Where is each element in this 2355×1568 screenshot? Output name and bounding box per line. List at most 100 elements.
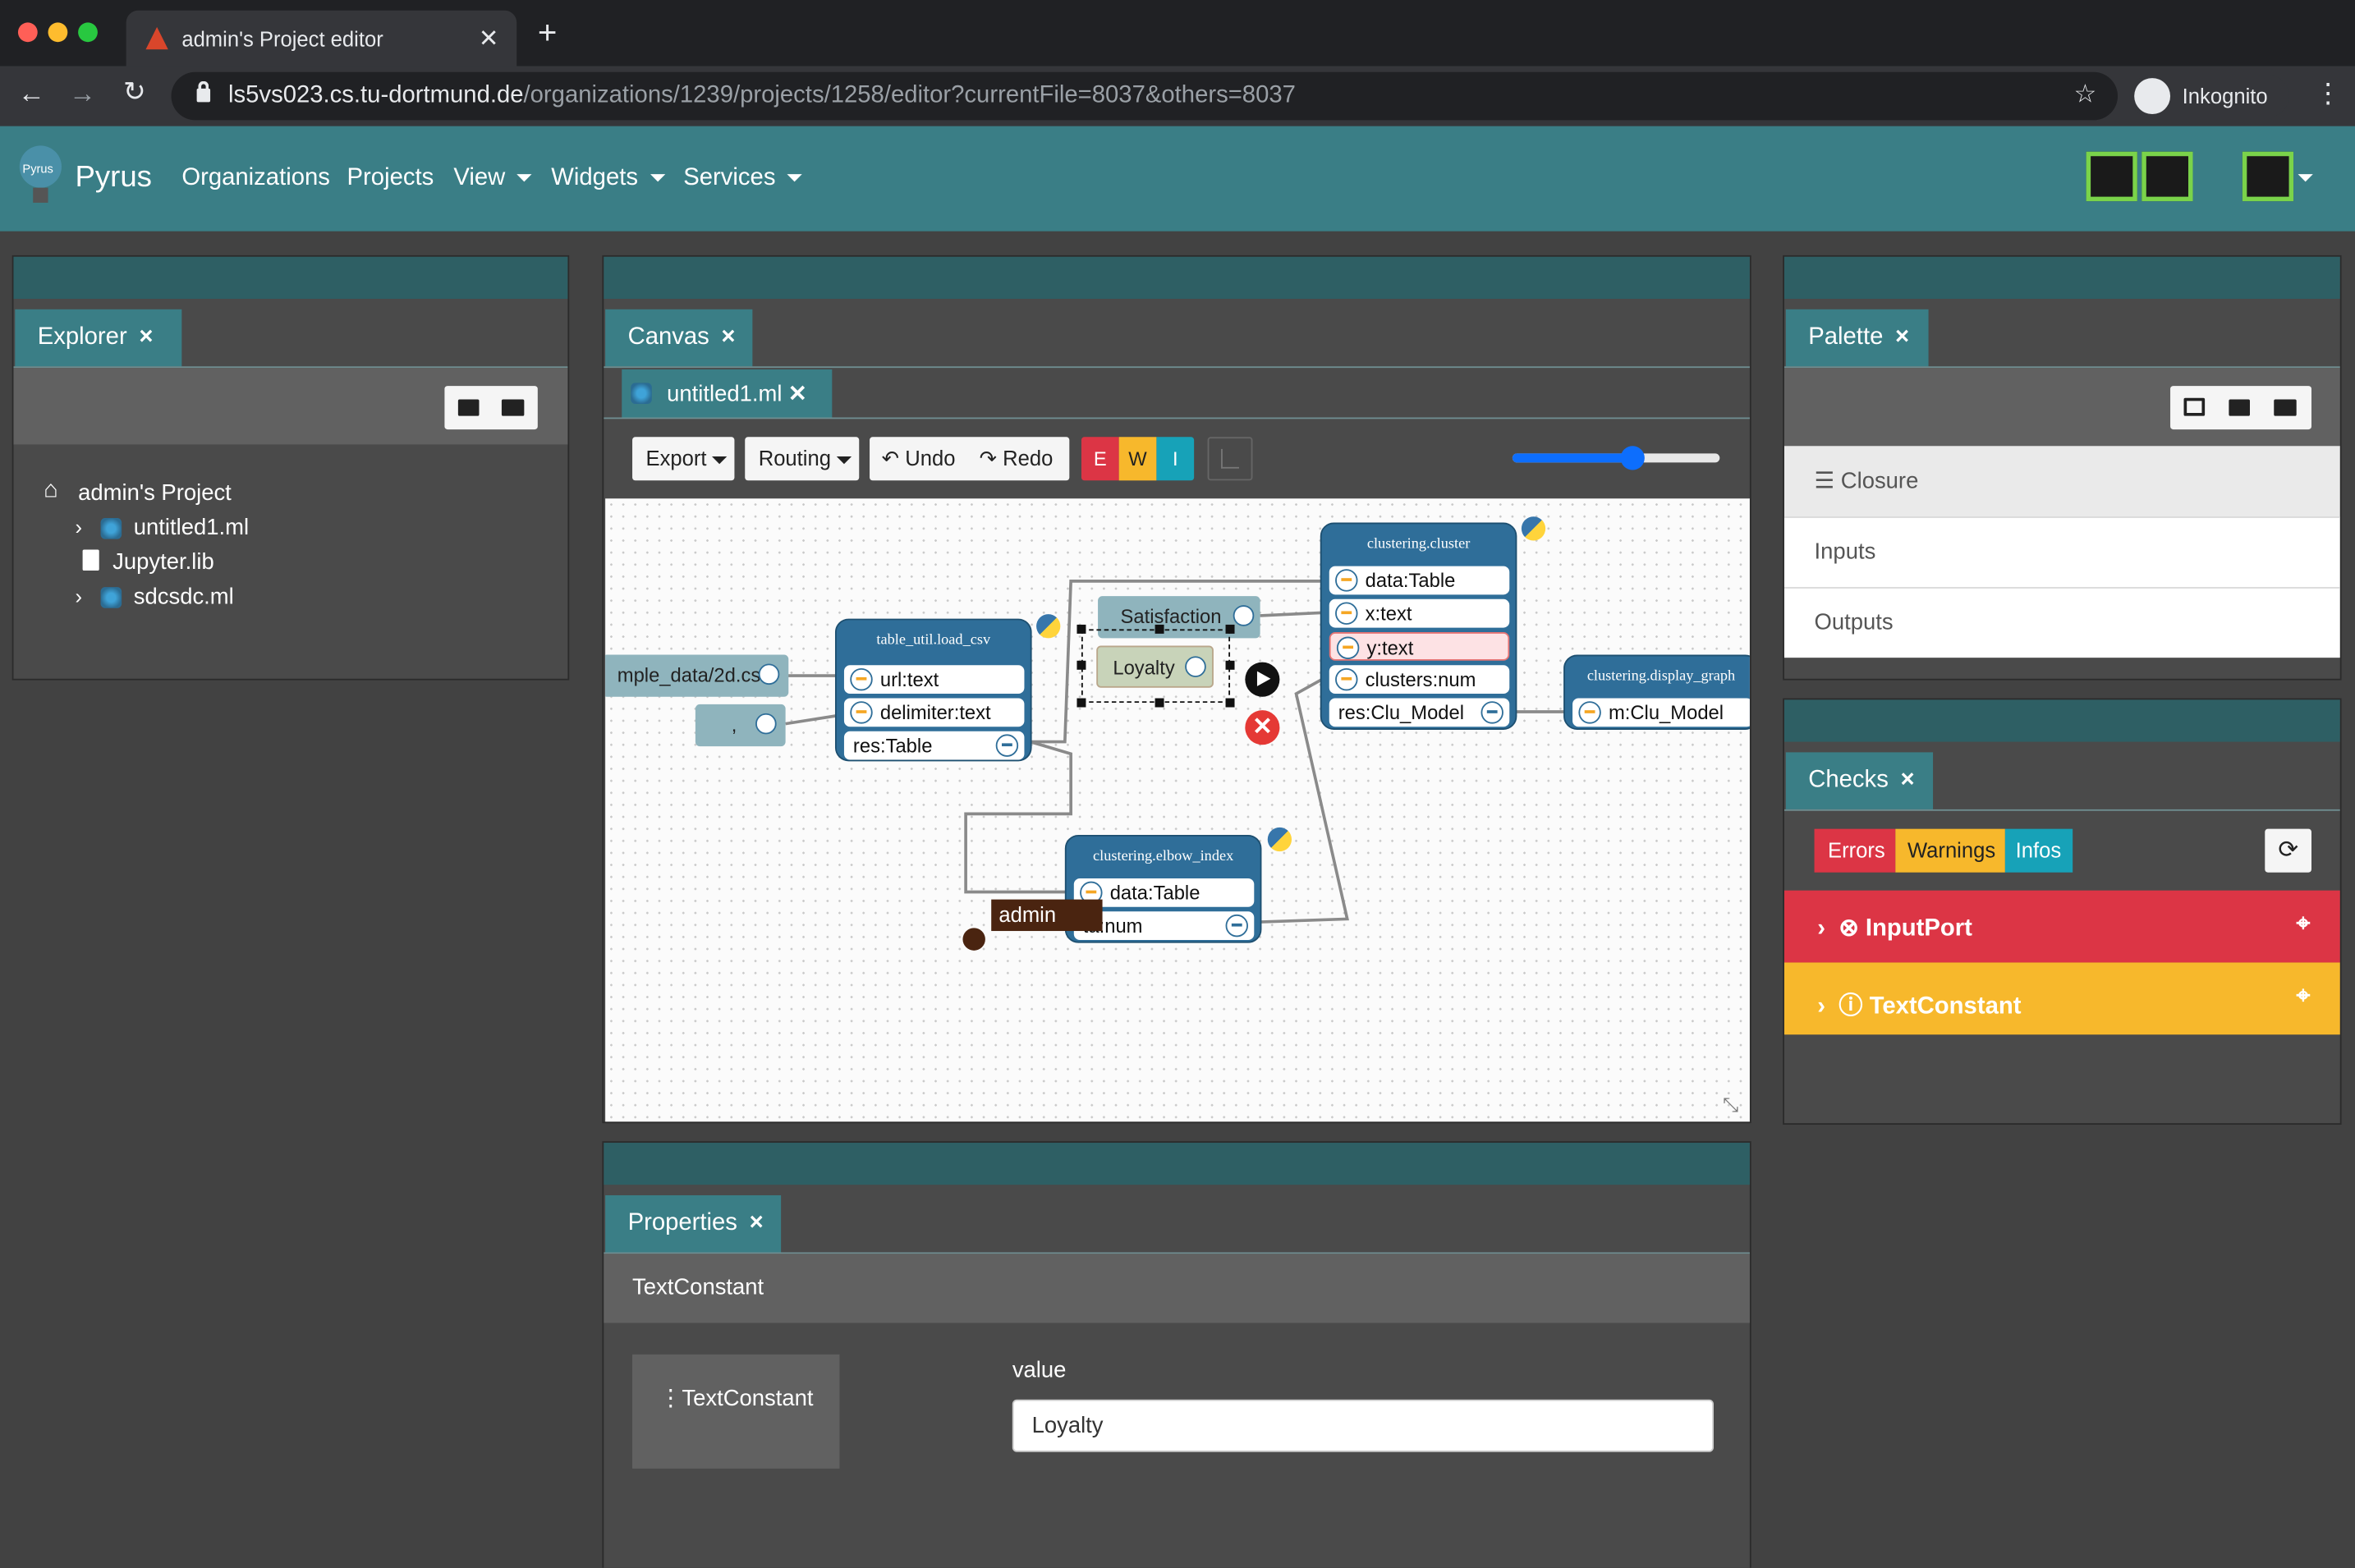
zoom-slider-thumb[interactable]	[1620, 446, 1645, 470]
input-port-delimiter[interactable]: delimiter:text	[843, 698, 1025, 727]
output-port-icon[interactable]	[755, 713, 777, 735]
palette-item-inputs[interactable]: Inputs	[1783, 516, 2340, 588]
open-folder-icon[interactable]	[501, 399, 525, 416]
input-port-url[interactable]: url:text	[843, 665, 1025, 695]
text-constant-csv-path[interactable]: mple_data/2d.csv	[605, 654, 789, 697]
nav-organizations[interactable]: Organizations	[181, 165, 330, 192]
tree-root[interactable]: admin's Project	[78, 480, 232, 506]
selection-handle[interactable]	[1077, 698, 1086, 708]
zoom-slider[interactable]	[1512, 446, 1720, 470]
output-port-icon[interactable]	[758, 663, 780, 685]
new-tab-button[interactable]: +	[538, 16, 558, 49]
check-row-inputport[interactable]: › ⊗ InputPort ⌖	[1783, 890, 2340, 963]
tab-canvas[interactable]: Canvas ×	[605, 309, 753, 367]
selection-handle[interactable]	[1155, 698, 1164, 708]
new-folder-icon[interactable]	[457, 399, 480, 416]
filter-warnings[interactable]: Warnings	[1895, 828, 2005, 873]
forward-icon[interactable]: →	[69, 78, 96, 109]
resize-icon[interactable]: ⤡	[1723, 1093, 1738, 1117]
maximize-window-button[interactable]	[78, 22, 98, 43]
new-folder-icon[interactable]	[2229, 399, 2250, 416]
close-icon[interactable]: ×	[1895, 324, 1909, 350]
text-constant-delimiter[interactable]: ,	[695, 704, 786, 747]
nav-widgets[interactable]: Widgets	[551, 165, 665, 192]
check-row-textconstant[interactable]: › ⓘ TextConstant ⌖	[1783, 962, 2340, 1035]
minimize-window-button[interactable]	[48, 22, 68, 43]
address-bar[interactable]: ls5vs023.cs.tu-dortmund.de/organizations…	[171, 71, 2119, 121]
model-canvas[interactable]: mple_data/2d.csv , Satisfaction Loyalty …	[605, 498, 1750, 1122]
port-label: x:text	[1365, 602, 1412, 625]
node-display-graph[interactable]: clustering.display_graph m:Clu_Model	[1563, 654, 1750, 730]
input-port-x[interactable]: x:text	[1329, 598, 1510, 628]
error-toggle[interactable]: E	[1081, 437, 1119, 481]
tab-palette[interactable]: Palette ×	[1785, 309, 1929, 367]
value-input[interactable]	[1012, 1399, 1715, 1452]
user-avatar-icon[interactable]	[2242, 151, 2294, 202]
tree-item[interactable]: untitled1.ml	[134, 515, 249, 540]
filter-errors[interactable]: Errors	[1814, 828, 1896, 873]
node-load-csv[interactable]: table_util.load_csv url:text delimiter:t…	[834, 618, 1032, 762]
selection-handle[interactable]	[1077, 660, 1086, 670]
selection-handle[interactable]	[1077, 624, 1086, 634]
chevron-right-icon[interactable]: ›	[75, 585, 82, 608]
browser-menu-icon[interactable]: ⋮	[2315, 78, 2342, 109]
open-folder-icon[interactable]	[2274, 399, 2297, 416]
palette-item-outputs[interactable]: Outputs	[1783, 587, 2340, 658]
close-icon[interactable]: ×	[139, 324, 153, 350]
output-port-icon[interactable]	[1233, 605, 1255, 626]
close-window-button[interactable]	[17, 22, 38, 43]
reload-icon[interactable]: ↻	[123, 76, 146, 108]
palette-item-closure[interactable]: ☰ Closure	[1783, 446, 2340, 517]
delete-icon[interactable]: ✕	[1245, 710, 1280, 745]
filter-infos[interactable]: Infos	[2004, 828, 2073, 873]
nav-projects[interactable]: Projects	[347, 165, 434, 192]
browser-tab[interactable]: admin's Project editor ✕	[126, 10, 517, 66]
selection-handle[interactable]	[1155, 624, 1164, 634]
nav-services[interactable]: Services	[683, 165, 803, 192]
star-icon[interactable]: ☆	[2074, 80, 2097, 110]
chevron-right-icon[interactable]: ›	[75, 515, 82, 539]
file-tab-untitled1[interactable]: untitled1.ml ✕	[622, 369, 833, 418]
selection-handle[interactable]	[1225, 660, 1235, 670]
locate-icon[interactable]: ⌖	[2297, 911, 2310, 938]
close-tab-icon[interactable]: ✕	[479, 24, 499, 54]
output-port-res[interactable]: res:Clu_Model	[1329, 698, 1510, 727]
tree-item[interactable]: sdcsdc.ml	[134, 585, 234, 610]
input-port-data[interactable]: data:Table	[1329, 566, 1510, 595]
tree-item[interactable]: Jupyter.lib	[112, 549, 214, 575]
properties-card[interactable]: ⋮TextConstant	[632, 1354, 840, 1469]
undo-button[interactable]: ↶ Undo	[882, 446, 956, 471]
routing-button[interactable]: Routing	[745, 437, 860, 481]
tab-explorer[interactable]: Explorer ×	[15, 309, 182, 367]
close-icon[interactable]: ✕	[788, 382, 807, 407]
incognito-profile-button[interactable]: Inkognito	[2129, 75, 2289, 117]
brand-name[interactable]: Pyrus	[75, 161, 152, 195]
grid-toggle-button[interactable]	[1207, 437, 1253, 481]
locate-icon[interactable]: ⌖	[2297, 983, 2310, 1011]
close-icon[interactable]: ×	[750, 1210, 764, 1236]
pyrus-logo-icon[interactable]: Pyrus	[16, 143, 65, 209]
back-icon[interactable]: ←	[18, 78, 45, 109]
redo-button[interactable]: ↷ Redo	[980, 446, 1054, 471]
selection-handle[interactable]	[1225, 698, 1235, 708]
close-icon[interactable]: ×	[721, 324, 735, 350]
output-port-res[interactable]: res:Table	[843, 731, 1025, 760]
pixel-avatar-icon[interactable]	[2142, 151, 2193, 202]
nav-view[interactable]: View	[453, 165, 533, 192]
refresh-button[interactable]: ⟳	[2265, 828, 2311, 873]
tab-properties[interactable]: Properties ×	[605, 1194, 782, 1253]
export-button[interactable]: Export	[632, 437, 735, 481]
warning-toggle[interactable]: W	[1118, 437, 1157, 481]
run-icon[interactable]	[1245, 662, 1280, 697]
node-cluster[interactable]: clustering.cluster data:Table x:text y:t…	[1320, 522, 1517, 730]
input-port-y-error[interactable]: y:text	[1329, 632, 1510, 661]
selection-handle[interactable]	[1225, 624, 1235, 634]
pixel-avatar-icon[interactable]	[2086, 151, 2137, 202]
close-icon[interactable]: ×	[1900, 768, 1914, 793]
user-menu-chevron-icon[interactable]	[2298, 174, 2313, 182]
input-port-m[interactable]: m:Clu_Model	[1572, 698, 1750, 727]
input-port-clusters[interactable]: clusters:num	[1329, 665, 1510, 695]
image-icon[interactable]	[2183, 397, 2206, 416]
info-toggle[interactable]: I	[1156, 437, 1195, 481]
tab-checks[interactable]: Checks ×	[1785, 752, 1934, 809]
